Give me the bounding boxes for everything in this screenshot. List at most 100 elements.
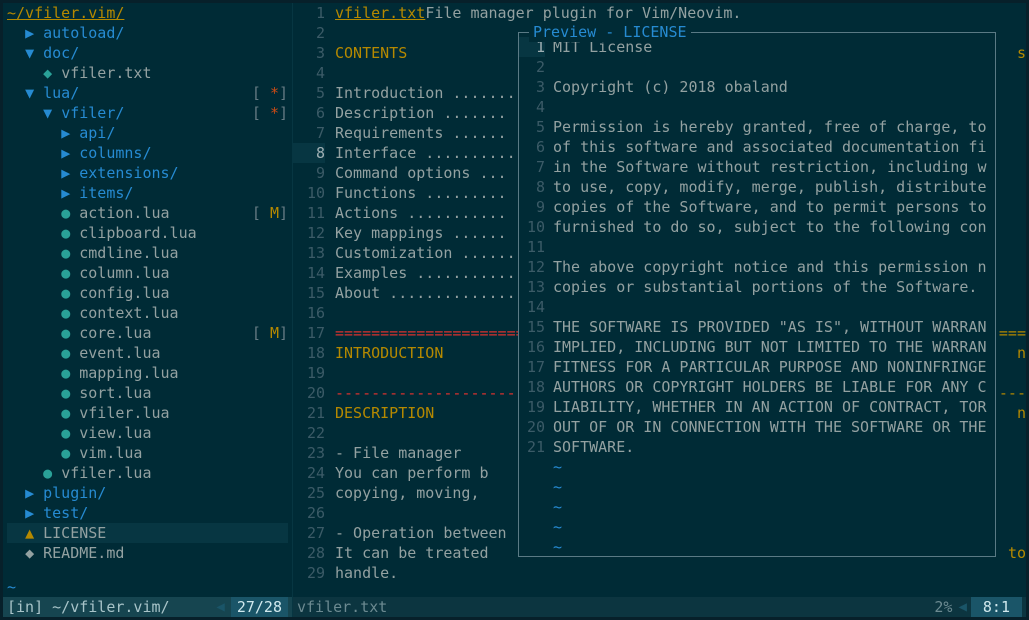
tree-item[interactable]: ▲ LICENSE (7, 523, 288, 543)
status-path: [in] ~/vfiler.vim/ (7, 597, 170, 617)
tree-item-name: doc/ (43, 43, 79, 63)
line-number: 28 (293, 543, 325, 563)
document-pane: 1234567891011121314151617181920212223242… (293, 3, 1026, 617)
tree-item[interactable]: ▶ api/ (7, 123, 288, 143)
tree-item[interactable]: ▶ items/ (7, 183, 288, 203)
overflow-text: n (1017, 403, 1026, 423)
preview-line-number: 3 (519, 77, 545, 97)
preview-line: LIABILITY, WHETHER IN AN ACTION OF CONTR… (553, 397, 995, 417)
git-status-flag: [ *] (252, 83, 288, 103)
status-line-count: 27/28 (231, 597, 288, 617)
doc-line[interactable]: vfiler.txt File manager plugin for Vim/N… (335, 3, 1026, 23)
tree-item-name: config.lua (79, 283, 169, 303)
tree-item[interactable]: ● mapping.lua (7, 363, 288, 383)
line-number: 6 (293, 103, 325, 123)
preview-line-number: 10 (519, 217, 545, 237)
line-number: 3 (293, 43, 325, 63)
left-statusline: [in] ~/vfiler.vim/ ◀ 27/28 (3, 597, 292, 617)
file-icon: ● (61, 223, 79, 243)
file-icon: ● (61, 243, 79, 263)
line-number: 19 (293, 363, 325, 383)
preview-title: Preview - LICENSE (529, 22, 691, 42)
preview-line-number: 17 (519, 357, 545, 377)
tree-item-name: view.lua (79, 423, 151, 443)
git-status-flag: [ M] (252, 323, 288, 343)
preview-line: IMPLIED, INCLUDING BUT NOT LIMITED TO TH… (553, 337, 995, 357)
tree-item[interactable]: ▶ plugin/ (7, 483, 288, 503)
line-number: 16 (293, 303, 325, 323)
separator-arrow-icon: ◀ (216, 597, 224, 617)
folder-icon: ▶ (25, 483, 43, 503)
file-icon: ● (61, 323, 79, 343)
tree-item[interactable]: ▼ doc/ (7, 43, 288, 63)
tree-item-name: lua/ (43, 83, 79, 103)
tree-item-name: sort.lua (79, 383, 151, 403)
tree-item-name: vfiler.lua (61, 463, 151, 483)
tree-item[interactable]: ● vfiler.lua (7, 463, 288, 483)
tree-item[interactable]: ▶ extensions/ (7, 163, 288, 183)
preview-line: OUT OF OR IN CONNECTION WITH THE SOFTWAR… (553, 417, 995, 437)
file-icon: ● (61, 423, 79, 443)
preview-line-number: 11 (519, 237, 545, 257)
folder-icon: ▶ (25, 23, 43, 43)
line-number: 18 (293, 343, 325, 363)
file-icon: ● (61, 363, 79, 383)
tree-item[interactable]: ● vim.lua (7, 443, 288, 463)
doc-line[interactable]: handle. (335, 563, 1026, 583)
file-icon: ● (43, 463, 61, 483)
tree-item-name: autoload/ (43, 23, 124, 43)
preview-line: furnished to do so, subject to the follo… (553, 217, 995, 237)
tree-item[interactable]: ◆ vfiler.txt (7, 63, 288, 83)
tree-item[interactable]: ● event.lua (7, 343, 288, 363)
file-icon: ◆ (25, 543, 43, 563)
tree-item[interactable]: ● context.lua (7, 303, 288, 323)
preview-line-number: 9 (519, 197, 545, 217)
file-icon: ● (61, 403, 79, 423)
folder-icon: ▶ (61, 123, 79, 143)
preview-line: FITNESS FOR A PARTICULAR PURPOSE AND NON… (553, 357, 995, 377)
tree-item[interactable]: ◆ README.md (7, 543, 288, 563)
tree-item[interactable]: ● column.lua (7, 263, 288, 283)
tree-item[interactable]: ● sort.lua (7, 383, 288, 403)
folder-icon: ▶ (61, 183, 79, 203)
tree-item[interactable]: ● action.lua[ M] (7, 203, 288, 223)
status-percent: 2% (934, 597, 952, 617)
tree-item[interactable]: ▼ vfiler/[ *] (7, 103, 288, 123)
file-tree[interactable]: ~/vfiler.vim/ ▶ autoload/ ▼ doc/ ◆ vfile… (3, 3, 292, 577)
tree-item[interactable]: ▶ test/ (7, 503, 288, 523)
tree-item-name: context.lua (79, 303, 178, 323)
line-number-gutter: 1234567891011121314151617181920212223242… (293, 3, 333, 597)
preview-line-number: 13 (519, 277, 545, 297)
tree-item[interactable]: ▼ lua/ [ *] (7, 83, 288, 103)
right-statusline: vfiler.txt 2% ◀ 8:1 (293, 597, 1026, 617)
empty-line-marker: ~ (553, 517, 995, 537)
tree-item[interactable]: ● vfiler.lua (7, 403, 288, 423)
line-number: 11 (293, 203, 325, 223)
preview-line (553, 297, 995, 317)
tree-item[interactable]: ● clipboard.lua (7, 223, 288, 243)
tree-item-name: extensions/ (79, 163, 178, 183)
tree-item[interactable]: ● cmdline.lua (7, 243, 288, 263)
preview-line (553, 57, 995, 77)
tree-item-name: vfiler.lua (79, 403, 169, 423)
tree-item[interactable]: ● core.lua[ M] (7, 323, 288, 343)
preview-line: in the Software without restriction, inc… (553, 157, 995, 177)
tree-header[interactable]: ~/vfiler.vim/ (7, 3, 288, 23)
file-icon: ● (61, 443, 79, 463)
preview-line-number: 21 (519, 437, 545, 457)
preview-body[interactable]: MIT LicenseCopyright (c) 2018 obalandPer… (553, 37, 995, 557)
line-number: 2 (293, 23, 325, 43)
tree-item-name: event.lua (79, 343, 160, 363)
line-number: 29 (293, 563, 325, 583)
folder-icon: ▼ (43, 103, 61, 123)
preview-line-number: 18 (519, 377, 545, 397)
preview-line-number: 19 (519, 397, 545, 417)
tree-item[interactable]: ● config.lua (7, 283, 288, 303)
tree-item-name: test/ (43, 503, 88, 523)
line-number: 20 (293, 383, 325, 403)
tree-item[interactable]: ● view.lua (7, 423, 288, 443)
tree-item[interactable]: ▶ autoload/ (7, 23, 288, 43)
empty-line-marker: ~ (553, 477, 995, 497)
tree-item[interactable]: ▶ columns/ (7, 143, 288, 163)
folder-icon: ▼ (25, 83, 43, 103)
